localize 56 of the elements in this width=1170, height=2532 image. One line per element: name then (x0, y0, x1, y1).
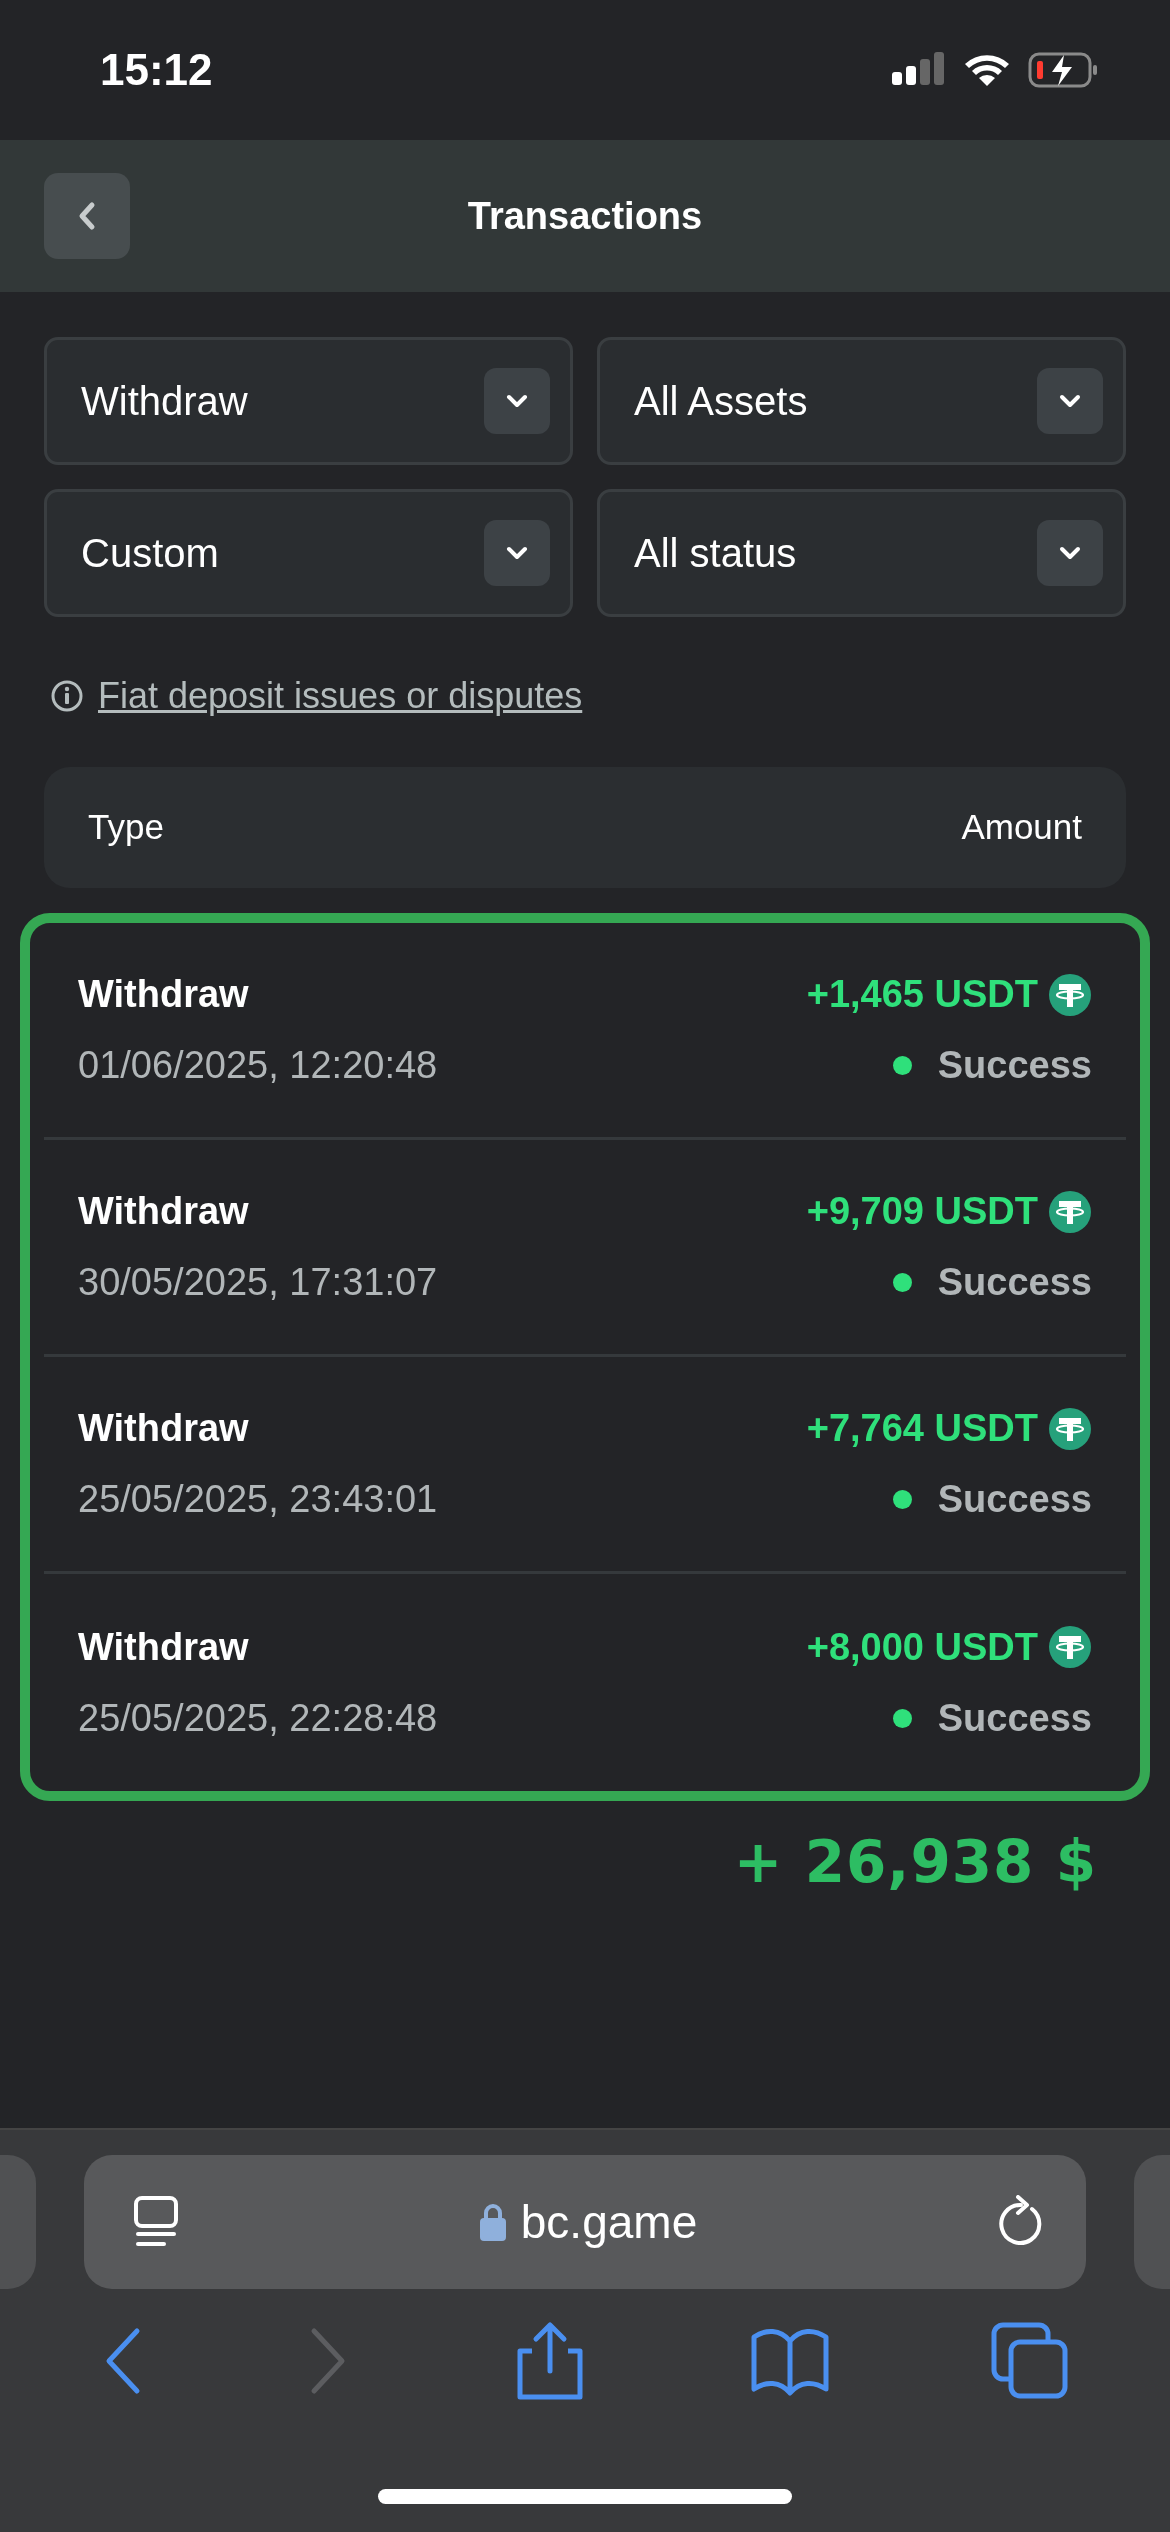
chevron-down-icon (504, 392, 530, 410)
total-amount: + 26,938 $ (733, 1827, 1097, 1898)
transaction-date: 30/05/2025, 17:31:07 (78, 1260, 438, 1305)
back-icon (77, 201, 97, 231)
info-icon (50, 679, 84, 713)
tether-coin-icon (1048, 1189, 1092, 1234)
filter-dropdown[interactable]: All status (597, 489, 1126, 617)
transaction-row[interactable]: Withdraw 25/05/2025, 22:28:48 +8,000 USDT Success (44, 1574, 1126, 1791)
lock-icon (478, 2202, 507, 2242)
transaction-date: 25/05/2025, 23:43:01 (78, 1477, 438, 1522)
filter-dropdown[interactable]: Withdraw (44, 337, 573, 465)
filter-dropdown[interactable]: Custom (44, 489, 573, 617)
reader-icon (132, 2195, 180, 2249)
transaction-date: 01/06/2025, 12:20:48 (78, 1043, 438, 1088)
transaction-row[interactable]: Withdraw 30/05/2025, 17:31:07 +9,709 USDT Success (44, 1140, 1126, 1357)
filter-value: All status (634, 530, 797, 577)
filter-value: Withdraw (81, 378, 248, 425)
transaction-amount: +1,465 USDT (806, 972, 1038, 1017)
transaction-status: Success (937, 1477, 1092, 1522)
tabs-icon (991, 2322, 1070, 2400)
transaction-type: Withdraw (78, 1624, 250, 1670)
chevron-down-icon (1057, 544, 1083, 562)
transaction-type: Withdraw (78, 1189, 250, 1234)
transaction-amount: +9,709 USDT (806, 1189, 1038, 1234)
transaction-status: Success (937, 1695, 1092, 1741)
status-dot (892, 1273, 912, 1292)
filter-value: All Assets (634, 378, 808, 425)
page-title: Transactions (467, 194, 703, 237)
tether-coin-icon (1048, 1625, 1092, 1669)
transaction-amount: +7,764 USDT (806, 1406, 1038, 1451)
transaction-row[interactable]: Withdraw 25/05/2025, 23:43:01 +7,764 USDT Success (44, 1357, 1126, 1574)
url-text: bc.game (520, 2194, 698, 2250)
filter-value: Custom (81, 530, 219, 577)
status-time: 15:12 (100, 44, 213, 96)
tether-coin-icon (1048, 972, 1092, 1017)
transaction-amount: +8,000 USDT (806, 1624, 1038, 1670)
tether-coin-icon (1048, 1406, 1092, 1451)
signal-icon (892, 52, 946, 88)
filter-dropdown[interactable]: All Assets (597, 337, 1126, 465)
back-button[interactable] (44, 173, 130, 259)
chevron-down-icon (1057, 392, 1083, 410)
transaction-status: Success (937, 1260, 1092, 1305)
column-header: Amount (961, 806, 1082, 849)
transaction-type: Withdraw (78, 1406, 250, 1451)
status-dot (892, 1708, 912, 1728)
status-dot (892, 1490, 912, 1509)
transaction-type: Withdraw (78, 972, 250, 1017)
transaction-status: Success (937, 1043, 1092, 1088)
transaction-date: 25/05/2025, 22:28:48 (78, 1695, 438, 1741)
disputes-link[interactable]: Fiat deposit issues or disputes (98, 669, 583, 723)
battery-icon (1028, 51, 1100, 89)
address-bar[interactable]: bc.game (84, 2155, 1086, 2289)
column-header: Type (88, 806, 164, 849)
status-dot (892, 1056, 912, 1075)
chevron-down-icon (504, 544, 530, 562)
transaction-row[interactable]: Withdraw 01/06/2025, 12:20:48 +1,465 USDT Success (44, 923, 1126, 1140)
